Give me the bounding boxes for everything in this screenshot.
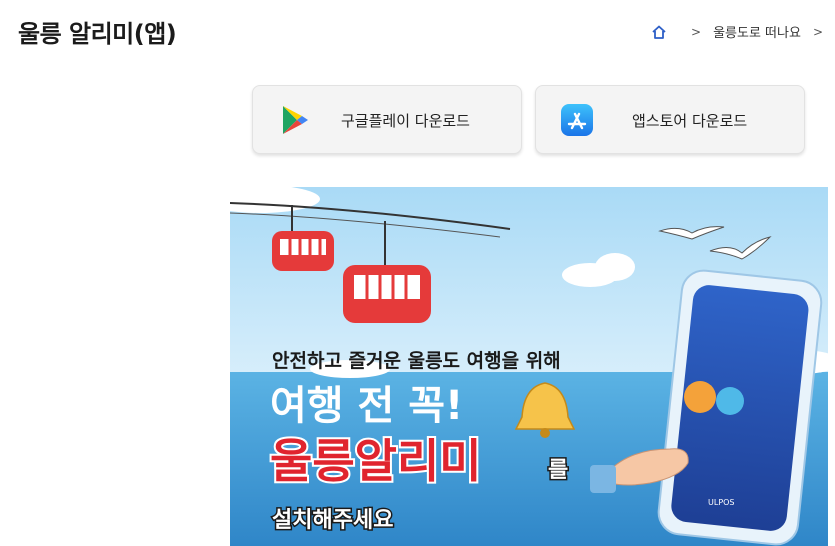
banner-particle: 를 [548, 458, 568, 483]
google-play-icon [283, 106, 308, 134]
app-store-label: 앱스토어 다운로드 [632, 112, 748, 130]
app-store-download-button[interactable]: 앱스토어 다운로드 [535, 85, 805, 154]
app-store-icon [561, 104, 593, 136]
banner-headline: 여행 전 꼭! [270, 383, 463, 429]
phone-illustration: ULPOS [657, 269, 823, 546]
banner-app-name: 울릉알리미 [270, 434, 482, 488]
home-icon[interactable] [651, 24, 667, 40]
banner-subtitle: 안전하고 즐거운 울릉도 여행을 위해 [272, 350, 561, 372]
promo-banner: ULPOS 안전하고 즐거운 울릉도 여행을 위해 여행 전 꼭! 울릉알리미 … [230, 187, 828, 546]
chevron-right-icon[interactable]: > [813, 25, 823, 39]
chevron-right-icon: > [691, 24, 702, 39]
phone-logo: ULPOS [708, 498, 735, 507]
banner-cta: 설치해주세요 [272, 508, 393, 533]
google-play-download-button[interactable]: 구글플레이 다운로드 [252, 85, 522, 154]
breadcrumb: > 울릉도로 떠나요 > [651, 22, 835, 41]
page-title: 울릉 알리미(앱) [18, 20, 177, 48]
google-play-label: 구글플레이 다운로드 [341, 112, 470, 130]
breadcrumb-item-current[interactable]: 울릉도로 떠나요 [713, 22, 801, 41]
